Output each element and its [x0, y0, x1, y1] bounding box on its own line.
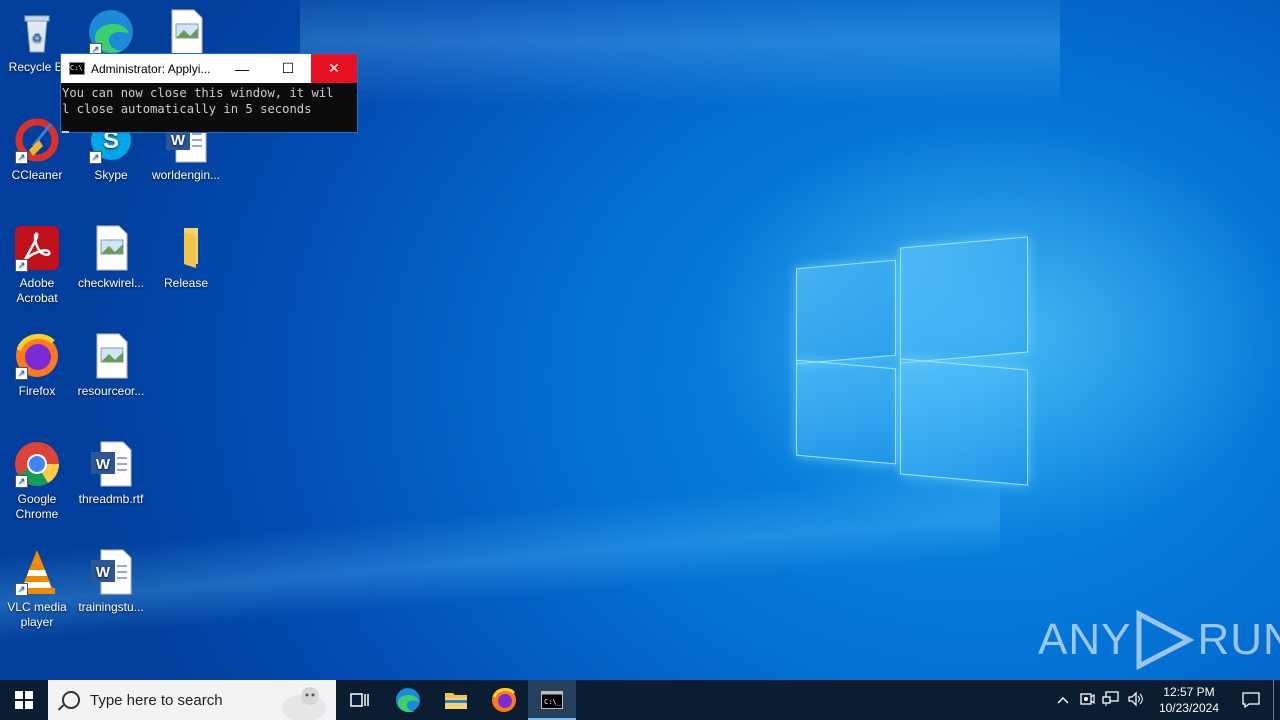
- console-line: l close automatically in 5 seconds: [62, 102, 312, 116]
- desktop-icon-checkwirel[interactable]: checkwirel...: [74, 224, 148, 291]
- vlc-icon: ↗: [13, 548, 61, 596]
- edge-icon: ↗: [87, 8, 135, 56]
- image-file-icon: [87, 332, 135, 380]
- start-button[interactable]: [0, 680, 48, 720]
- notification-center-icon[interactable]: [1229, 692, 1273, 708]
- svg-text:W: W: [171, 132, 186, 149]
- recycle-bin-icon: ♻: [13, 8, 61, 56]
- chevron-up-icon[interactable]: [1051, 693, 1075, 707]
- firefox-icon: ↗: [13, 332, 61, 380]
- desktop-icon-google-chrome[interactable]: ↗ Google Chrome: [0, 440, 74, 522]
- cmd-window-title: Administrator: Applyi...: [91, 61, 211, 76]
- image-file-icon: [162, 8, 210, 56]
- meet-now-icon[interactable]: [1075, 692, 1099, 709]
- desktop-icon-adobe-acrobat[interactable]: ↗ Adobe Acrobat: [0, 224, 74, 306]
- console-output[interactable]: You can now close this window, it wil l c…: [61, 83, 357, 133]
- taskbar: Type here to search C:\_ 12:57 PM 10/23/…: [0, 680, 1280, 720]
- acrobat-icon: ↗: [13, 224, 61, 272]
- firefox-icon: [492, 688, 516, 712]
- anyrun-watermark: ANY RUN: [1038, 608, 1280, 672]
- folder-icon: [162, 224, 210, 272]
- taskbar-clock[interactable]: 12:57 PM 10/23/2024: [1149, 684, 1229, 716]
- image-file-icon: [87, 224, 135, 272]
- search-placeholder: Type here to search: [90, 691, 223, 709]
- play-logo-icon: [1136, 609, 1195, 671]
- network-icon[interactable]: [1099, 690, 1123, 710]
- taskbar-cmd[interactable]: C:\_: [528, 680, 576, 720]
- minimize-button[interactable]: —: [219, 54, 265, 83]
- ccleaner-icon: ↗: [13, 116, 61, 164]
- taskbar-file-explorer[interactable]: [432, 680, 480, 720]
- cmd-window[interactable]: C:\ Administrator: Applyi... — ☐ ✕ You c…: [60, 53, 358, 133]
- show-desktop-button[interactable]: [1273, 680, 1280, 720]
- task-view-button[interactable]: [336, 680, 384, 720]
- windows-logo-wallpaper: [796, 236, 1028, 486]
- system-tray: 12:57 PM 10/23/2024: [1051, 680, 1280, 720]
- taskbar-edge[interactable]: [384, 680, 432, 720]
- desktop-icon-firefox[interactable]: ↗ Firefox: [0, 332, 74, 399]
- desktop-icon-trainingstu[interactable]: W trainingstu...: [74, 548, 148, 615]
- file-explorer-icon: [445, 693, 467, 709]
- edge-icon: [396, 688, 420, 713]
- desktop-icon-release-folder[interactable]: Release: [149, 224, 223, 291]
- desktop-icon-vlc[interactable]: ↗ VLC media player: [0, 548, 74, 630]
- close-button[interactable]: ✕: [311, 54, 357, 83]
- console-line: You can now close this window, it wil: [62, 86, 334, 100]
- cmd-titlebar[interactable]: C:\ Administrator: Applyi... — ☐ ✕: [61, 54, 357, 83]
- desktop-icon-threadmb[interactable]: W threadmb.rtf: [74, 440, 148, 507]
- word-document-icon: W: [87, 440, 135, 488]
- word-document-icon: W: [87, 548, 135, 596]
- search-icon: [62, 691, 80, 709]
- desktop-icon-resourceor[interactable]: resourceor...: [74, 332, 148, 399]
- console-icon: C:\_: [541, 691, 563, 709]
- text-cursor: [62, 131, 69, 133]
- chrome-icon: ↗: [13, 440, 61, 488]
- taskbar-search-box[interactable]: Type here to search: [48, 680, 336, 720]
- console-icon: C:\: [69, 62, 85, 75]
- svg-text:C:\_: C:\_: [544, 698, 562, 706]
- maximize-button[interactable]: ☐: [265, 54, 311, 83]
- task-view-icon: [350, 693, 369, 707]
- taskbar-firefox[interactable]: [480, 680, 528, 720]
- windows-start-icon: [15, 691, 33, 709]
- clock-date: 10/23/2024: [1158, 701, 1219, 715]
- clock-time: 12:57 PM: [1163, 685, 1215, 699]
- volume-icon[interactable]: [1123, 691, 1149, 710]
- svg-text:W: W: [96, 456, 111, 473]
- svg-text:♻: ♻: [32, 31, 43, 45]
- svg-text:W: W: [96, 564, 111, 581]
- search-highlight-image: [282, 687, 326, 720]
